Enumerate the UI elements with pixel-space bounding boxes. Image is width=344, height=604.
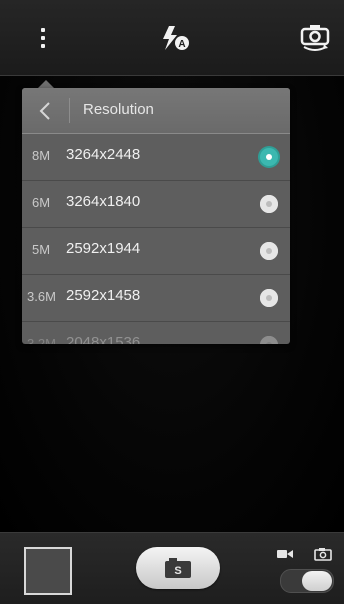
- flash-button[interactable]: A: [158, 20, 194, 56]
- resolution-option-5m[interactable]: 5M 2592x1944: [22, 228, 290, 275]
- header-divider: [69, 98, 70, 123]
- shutter-button[interactable]: S: [136, 547, 220, 589]
- megapixel-label: 6M: [32, 195, 51, 210]
- radio-unselected[interactable]: [260, 289, 278, 307]
- radio-unselected[interactable]: [260, 336, 278, 344]
- flash-auto-badge: A: [178, 39, 185, 50]
- chevron-left-icon: [39, 102, 50, 120]
- radio-unselected[interactable]: [260, 242, 278, 260]
- resolution-label: 3264x2448: [66, 146, 141, 163]
- resolution-label: 3264x1840: [66, 193, 141, 210]
- popup-title: Resolution: [83, 101, 154, 118]
- bottom-bar: S: [0, 532, 344, 604]
- gallery-thumbnail[interactable]: [24, 547, 72, 595]
- camera-app: A Resolution 8M 3264x2448 6M 3264x1840 5…: [0, 0, 344, 604]
- resolution-option-3-2m[interactable]: 3.2M 2048x1536: [22, 322, 290, 344]
- megapixel-label: 8M: [32, 148, 51, 163]
- more-menu-button[interactable]: [28, 20, 58, 56]
- resolution-option-8m[interactable]: 8M 3264x2448: [22, 134, 290, 181]
- camera-mode-toggle[interactable]: [280, 569, 334, 593]
- resolution-options-list: 8M 3264x2448 6M 3264x1840 5M 2592x1944 3…: [22, 134, 290, 344]
- resolution-label: 2592x1944: [66, 240, 141, 257]
- resolution-option-3-6m[interactable]: 3.6M 2592x1458: [22, 275, 290, 322]
- radio-unselected[interactable]: [260, 195, 278, 213]
- mode-icons: [276, 547, 336, 563]
- flash-auto-icon: A: [163, 26, 189, 50]
- resolution-label: 2048x1536: [66, 334, 141, 344]
- popup-pointer: [38, 80, 54, 88]
- resolution-popup-header: Resolution: [22, 88, 290, 134]
- back-button[interactable]: [32, 98, 58, 124]
- shutter-label: S: [174, 565, 181, 577]
- switch-camera-icon: [300, 25, 330, 51]
- resolution-label: 2592x1458: [66, 287, 141, 304]
- camera-shutter-icon: S: [165, 558, 191, 578]
- switch-camera-button[interactable]: [298, 20, 332, 56]
- megapixel-label: 5M: [32, 242, 51, 257]
- resolution-popup: Resolution 8M 3264x2448 6M 3264x1840 5M …: [22, 88, 290, 344]
- megapixel-label: 3.2M: [27, 336, 56, 344]
- megapixel-label: 3.6M: [27, 289, 56, 304]
- photo-camera-icon: [314, 548, 332, 561]
- resolution-option-6m[interactable]: 6M 3264x1840: [22, 181, 290, 228]
- video-camera-icon: [277, 550, 293, 558]
- toggle-knob[interactable]: [302, 571, 332, 591]
- more-menu-icon: [41, 26, 45, 50]
- top-bar: A: [0, 0, 344, 76]
- radio-selected[interactable]: [260, 148, 278, 166]
